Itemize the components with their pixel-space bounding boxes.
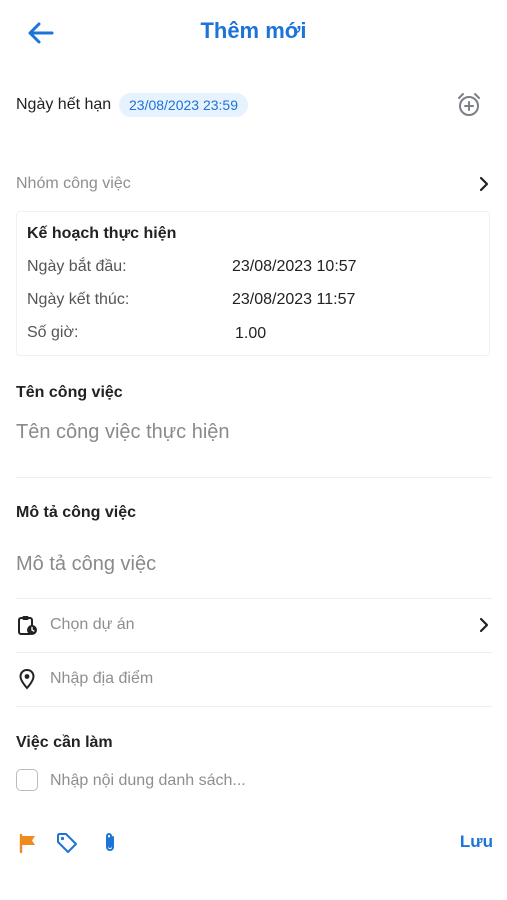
todo-input[interactable] bbox=[50, 769, 490, 793]
alarm-add-icon bbox=[458, 93, 480, 116]
description-input[interactable] bbox=[16, 550, 492, 578]
tag-button[interactable] bbox=[55, 831, 79, 855]
task-group-label: Nhóm công việc bbox=[16, 175, 131, 192]
todo-title: Việc cần làm bbox=[16, 734, 113, 751]
location-input-row[interactable]: Nhập địa điểm bbox=[16, 663, 492, 695]
tag-icon bbox=[57, 833, 77, 853]
deadline-chip[interactable]: 23/08/2023 23:59 bbox=[119, 93, 248, 117]
divider bbox=[16, 477, 492, 478]
location-label: Nhập địa điểm bbox=[50, 670, 154, 687]
attachment-button[interactable] bbox=[98, 831, 122, 855]
hours-value[interactable]: 1.00 bbox=[235, 325, 266, 343]
save-button[interactable]: Lưu bbox=[460, 832, 493, 852]
clipboard-clock-icon bbox=[16, 614, 38, 636]
todo-checkbox[interactable] bbox=[16, 769, 38, 791]
end-date-label: Ngày kết thúc: bbox=[27, 291, 130, 308]
chevron-right-icon bbox=[479, 176, 489, 192]
location-pin-icon bbox=[16, 668, 38, 690]
divider bbox=[16, 706, 492, 707]
task-name-input[interactable] bbox=[16, 418, 492, 446]
plan-title: Kế hoạch thực hiện bbox=[27, 225, 177, 242]
plan-card: Kế hoạch thực hiện Ngày bắt đầu: 23/08/2… bbox=[16, 211, 490, 356]
description-title: Mô tả công việc bbox=[16, 504, 137, 521]
task-name-title: Tên công việc bbox=[16, 384, 123, 401]
page-title: Thêm mới bbox=[200, 18, 307, 43]
flag-icon bbox=[19, 833, 35, 854]
chevron-right-icon bbox=[479, 617, 489, 633]
task-group-selector[interactable]: Nhóm công việc bbox=[16, 168, 492, 200]
hours-label: Số giờ: bbox=[27, 324, 79, 341]
project-selector[interactable]: Chọn dự án bbox=[16, 609, 492, 641]
flag-button[interactable] bbox=[16, 831, 40, 855]
divider bbox=[16, 652, 492, 653]
alarm-add-button[interactable] bbox=[454, 90, 484, 120]
divider bbox=[16, 598, 492, 599]
deadline-label: Ngày hết hạn bbox=[16, 96, 112, 113]
end-date-value[interactable]: 23/08/2023 11:57 bbox=[232, 291, 355, 309]
project-label: Chọn dự án bbox=[50, 616, 135, 633]
paperclip-icon bbox=[106, 833, 114, 851]
start-date-value[interactable]: 23/08/2023 10:57 bbox=[232, 258, 357, 276]
start-date-label: Ngày bắt đầu: bbox=[27, 258, 127, 275]
